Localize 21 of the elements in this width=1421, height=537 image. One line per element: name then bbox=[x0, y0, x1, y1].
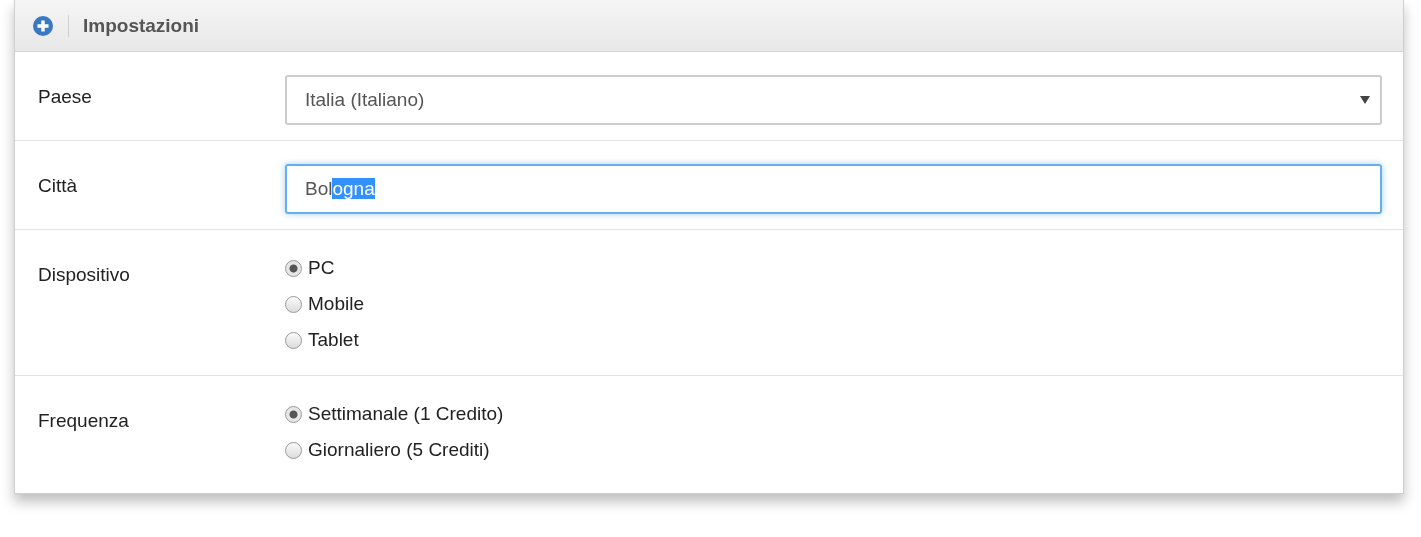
select-value: Italia (Italiano) bbox=[305, 89, 425, 111]
country-select[interactable]: Italia (Italiano) bbox=[285, 75, 1382, 125]
radio-button[interactable] bbox=[285, 259, 302, 277]
radio-button[interactable] bbox=[285, 441, 302, 459]
field-label: Città bbox=[38, 175, 78, 196]
field-label: Paese bbox=[38, 86, 92, 107]
input-field[interactable]: Bologna bbox=[285, 164, 1382, 214]
field-label: Frequenza bbox=[38, 410, 129, 431]
panel-title: Impostazioni bbox=[83, 14, 200, 37]
radio-label[interactable]: PC bbox=[308, 257, 335, 279]
field-value: Bologna bbox=[305, 178, 375, 200]
radio-button[interactable] bbox=[285, 405, 302, 423]
field-label: Dispositivo bbox=[38, 264, 130, 285]
add-icon[interactable] bbox=[32, 14, 54, 37]
radio-label[interactable]: Tablet bbox=[308, 329, 359, 351]
radio-button[interactable] bbox=[285, 331, 302, 349]
radio-button[interactable] bbox=[285, 295, 302, 313]
radio-label[interactable]: Giornaliero (5 Crediti) bbox=[308, 439, 490, 461]
radio-label[interactable]: Settimanale (1 Credito) bbox=[308, 403, 504, 425]
caret-icon bbox=[1360, 96, 1370, 104]
radio-label[interactable]: Mobile bbox=[308, 293, 364, 315]
